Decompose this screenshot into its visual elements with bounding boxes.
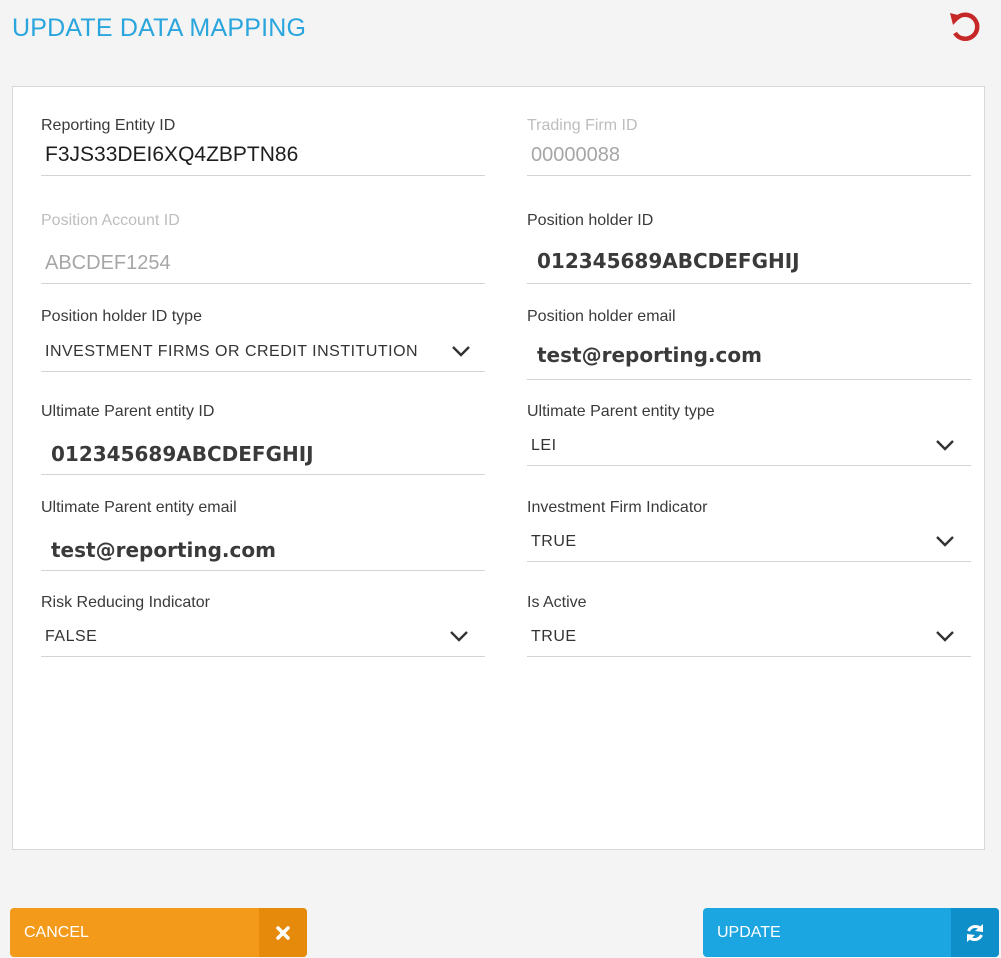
- reporting-entity-id-value: F3JS33DEI6XQ4ZBPTN86: [45, 143, 299, 166]
- investment-firm-indicator-value: TRUE: [531, 533, 577, 550]
- chevron-down-icon: [450, 631, 468, 642]
- cancel-button[interactable]: CANCEL: [10, 908, 307, 957]
- position-holder-id-type-value: INVESTMENT FIRMS OR CREDIT INSTITUTION: [45, 343, 419, 360]
- investment-firm-indicator-select[interactable]: TRUE: [527, 515, 971, 562]
- chevron-down-icon: [936, 631, 954, 642]
- position-holder-id-field: Position holder ID 012345689ABCDEFGHIJ: [527, 212, 971, 284]
- position-holder-id-type-field: Position holder ID type INVESTMENT FIRMS…: [41, 308, 485, 372]
- position-holder-id-value: 012345689ABCDEFGHIJ: [537, 249, 800, 273]
- chevron-down-icon: [936, 440, 954, 451]
- update-button-label: UPDATE: [717, 923, 781, 941]
- position-account-id-input: ABCDEF1254: [41, 228, 485, 284]
- is-active-field: Is Active TRUE: [527, 594, 971, 657]
- trading-firm-id-field: Trading Firm ID 00000088: [527, 117, 971, 176]
- trading-firm-id-input: 00000088: [527, 133, 971, 176]
- risk-reducing-indicator-field: Risk Reducing Indicator FALSE: [41, 594, 485, 657]
- close-icon: [259, 908, 307, 957]
- is-active-value: TRUE: [531, 628, 577, 645]
- position-account-id-field: Position Account ID ABCDEF1254: [41, 212, 485, 284]
- risk-reducing-indicator-value: FALSE: [45, 628, 98, 645]
- position-account-id-value: ABCDEF1254: [45, 252, 171, 274]
- reset-icon[interactable]: [945, 8, 983, 46]
- refresh-icon: [951, 908, 999, 957]
- ultimate-parent-entity-type-value: LEI: [531, 437, 557, 454]
- ultimate-parent-entity-type-select[interactable]: LEI: [527, 419, 971, 466]
- ultimate-parent-entity-id-value: 012345689ABCDEFGHIJ: [51, 442, 314, 466]
- reporting-entity-id-input[interactable]: F3JS33DEI6XQ4ZBPTN86: [41, 133, 485, 176]
- reporting-entity-id-field: Reporting Entity ID F3JS33DEI6XQ4ZBPTN86: [41, 117, 485, 176]
- mapping-form-panel: Reporting Entity ID F3JS33DEI6XQ4ZBPTN86…: [12, 86, 985, 850]
- position-holder-email-field: Position holder email test@reporting.com: [527, 308, 971, 380]
- page-title: UPDATE DATA MAPPING: [12, 14, 307, 42]
- ultimate-parent-entity-id-field: Ultimate Parent entity ID 012345689ABCDE…: [41, 403, 485, 475]
- risk-reducing-indicator-select[interactable]: FALSE: [41, 610, 485, 657]
- trading-firm-id-value: 00000088: [531, 144, 620, 166]
- ultimate-parent-entity-type-field: Ultimate Parent entity type LEI: [527, 403, 971, 466]
- chevron-down-icon: [452, 346, 470, 357]
- cancel-button-label: CANCEL: [24, 923, 89, 941]
- ultimate-parent-entity-email-value: test@reporting.com: [51, 538, 276, 562]
- is-active-select[interactable]: TRUE: [527, 610, 971, 657]
- update-button[interactable]: UPDATE: [703, 908, 999, 957]
- ultimate-parent-entity-email-input[interactable]: test@reporting.com: [41, 515, 485, 571]
- position-holder-id-input[interactable]: 012345689ABCDEFGHIJ: [527, 228, 971, 284]
- ultimate-parent-entity-id-input[interactable]: 012345689ABCDEFGHIJ: [41, 419, 485, 475]
- position-holder-email-value: test@reporting.com: [537, 343, 762, 367]
- investment-firm-indicator-field: Investment Firm Indicator TRUE: [527, 499, 971, 562]
- position-holder-email-input[interactable]: test@reporting.com: [527, 324, 971, 380]
- chevron-down-icon: [936, 536, 954, 547]
- ultimate-parent-entity-email-field: Ultimate Parent entity email test@report…: [41, 499, 485, 571]
- position-holder-id-type-select[interactable]: INVESTMENT FIRMS OR CREDIT INSTITUTION: [41, 324, 485, 372]
